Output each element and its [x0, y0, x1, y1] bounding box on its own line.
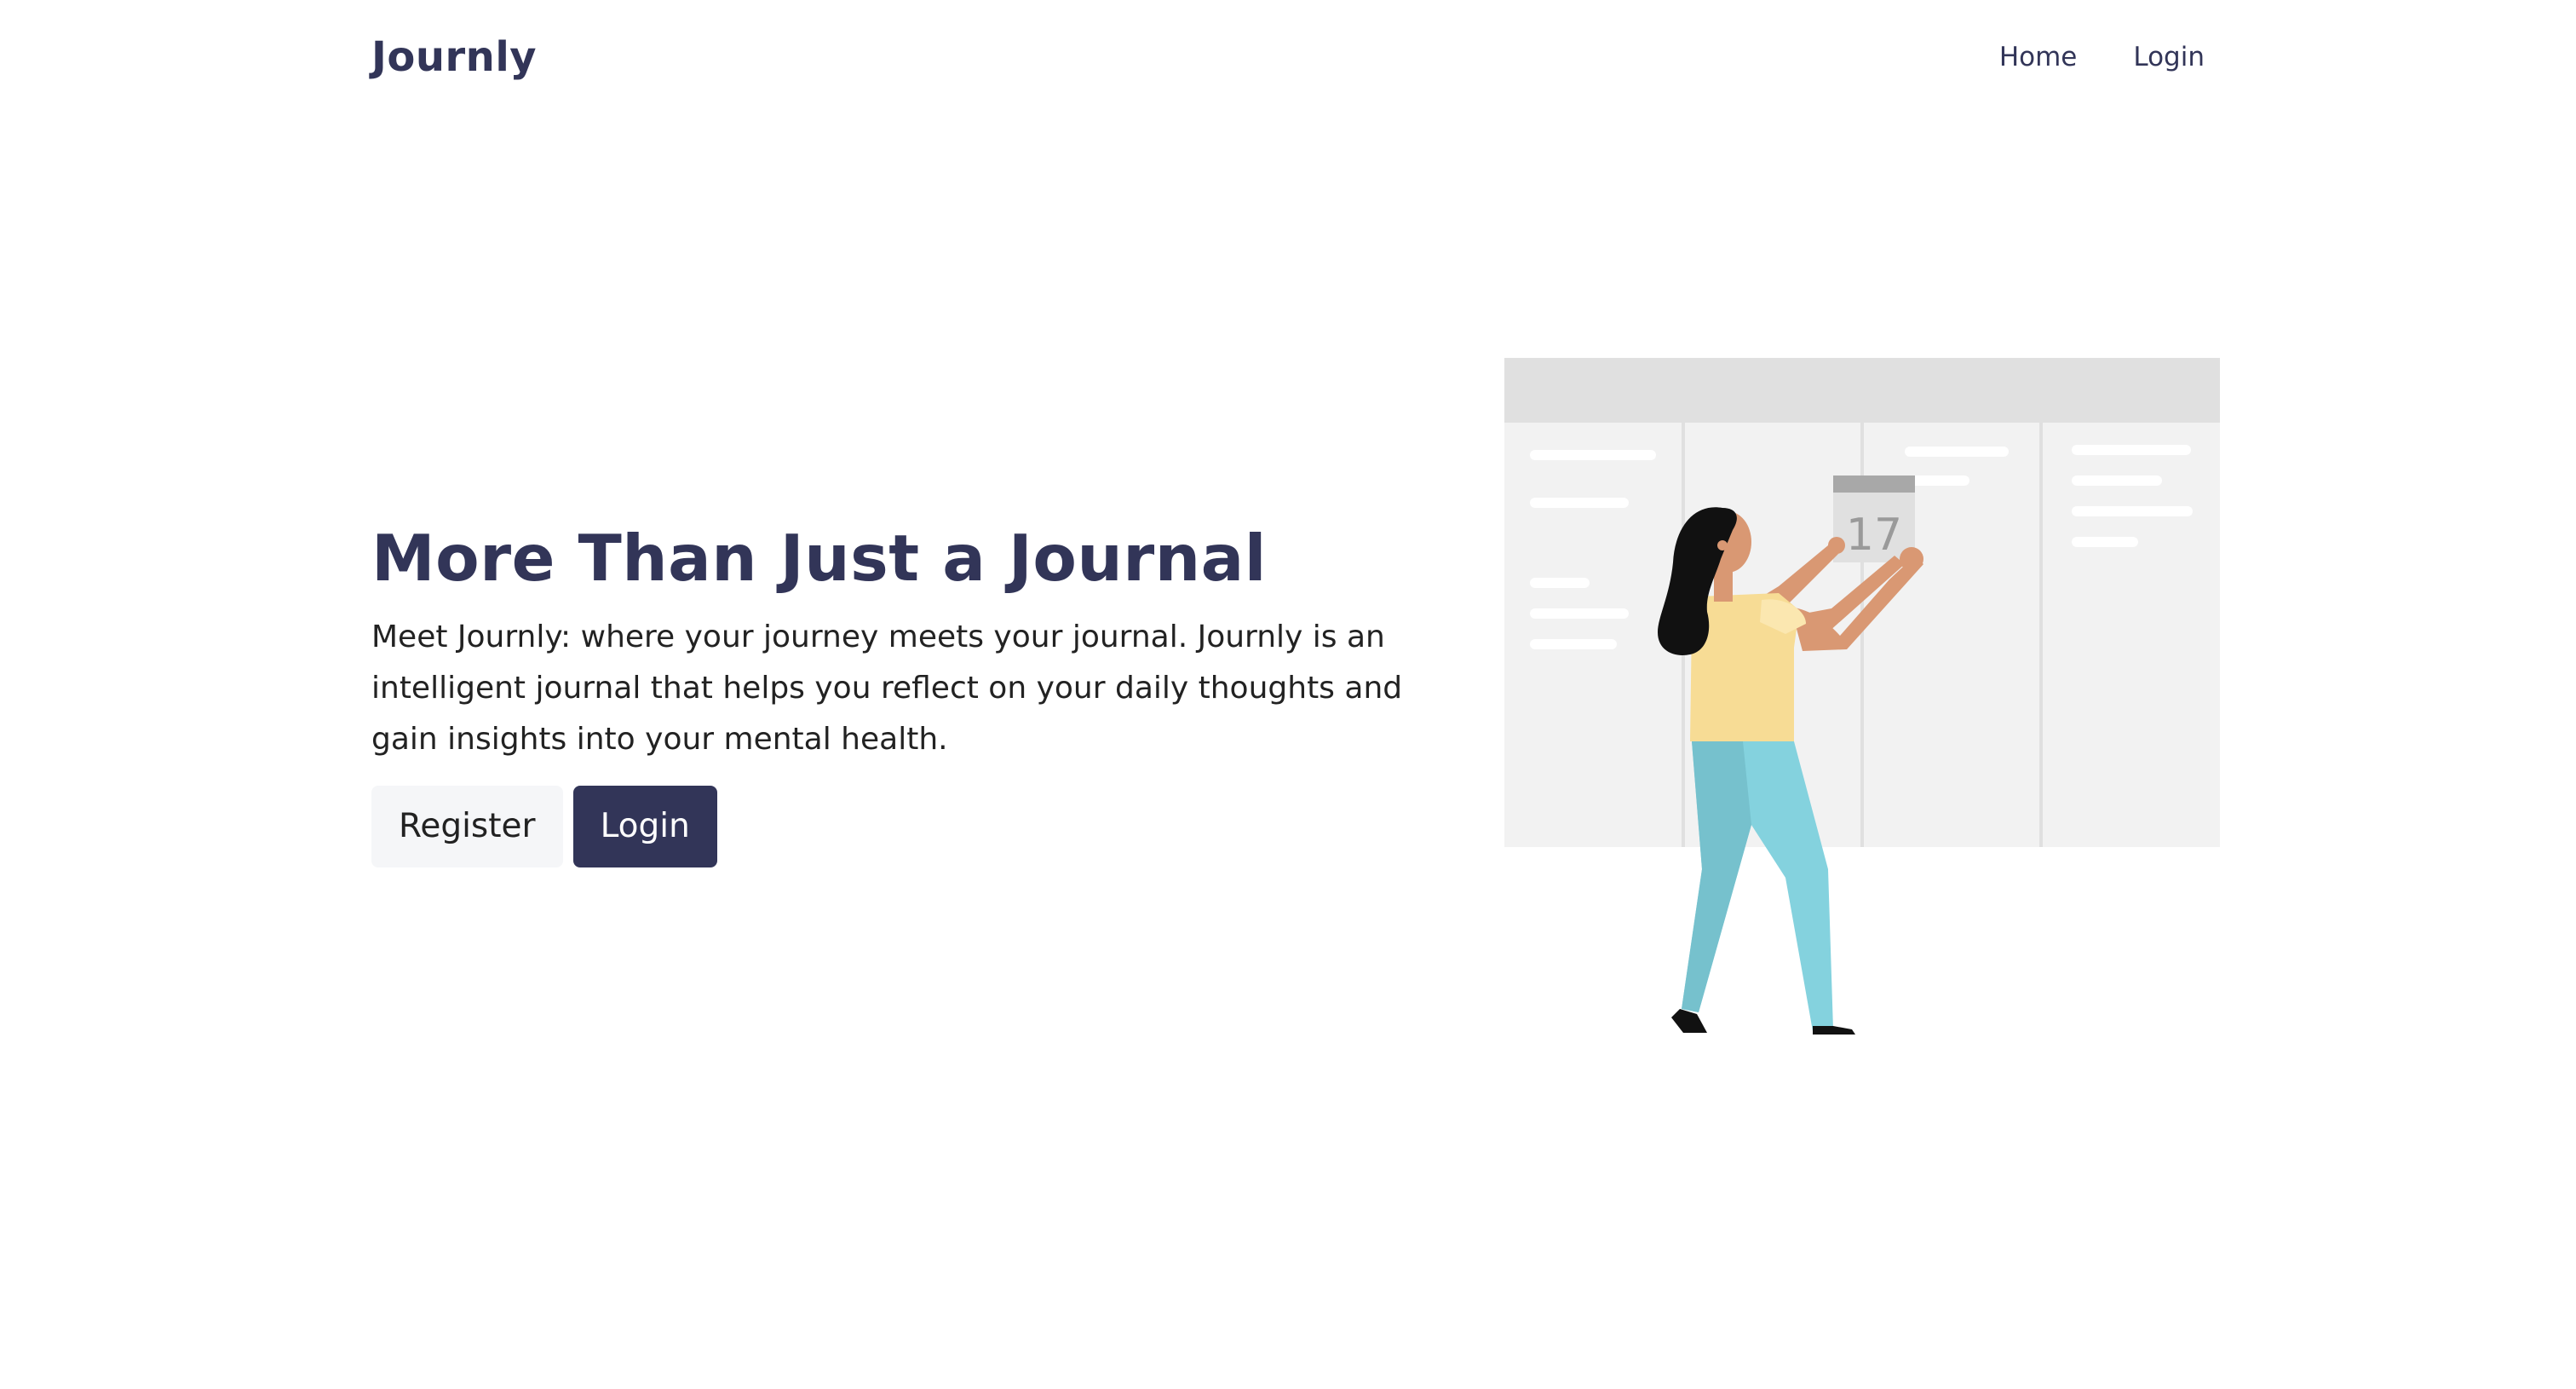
board-header [1504, 358, 2220, 423]
hero-title: More Than Just a Journal [371, 521, 1267, 596]
hero-section: More Than Just a Journal Meet Journly: w… [371, 511, 1462, 867]
brand-logo[interactable]: Journly [371, 29, 537, 85]
calendar-day: 17 [1846, 510, 1902, 561]
nav-links: Home Login [1999, 36, 2205, 78]
login-button[interactable]: Login [572, 786, 717, 867]
hero-description: Meet Journly: where your journey meets y… [371, 620, 1403, 757]
page-container: Journly Home Login More Than Just a Jour… [371, 0, 2220, 1389]
navbar: Journly Home Login [371, 0, 2205, 116]
calendar-icon: 17 [1833, 475, 1915, 562]
nav-link-login[interactable]: Login [2133, 36, 2205, 78]
hero-buttons: Register Login [371, 786, 1462, 867]
register-button[interactable]: Register [371, 786, 563, 867]
nav-link-home[interactable]: Home [1999, 36, 2078, 78]
journaling-woman-illustration: 17 [1504, 358, 2220, 1035]
hero-illustration: 17 [1504, 341, 2220, 1057]
